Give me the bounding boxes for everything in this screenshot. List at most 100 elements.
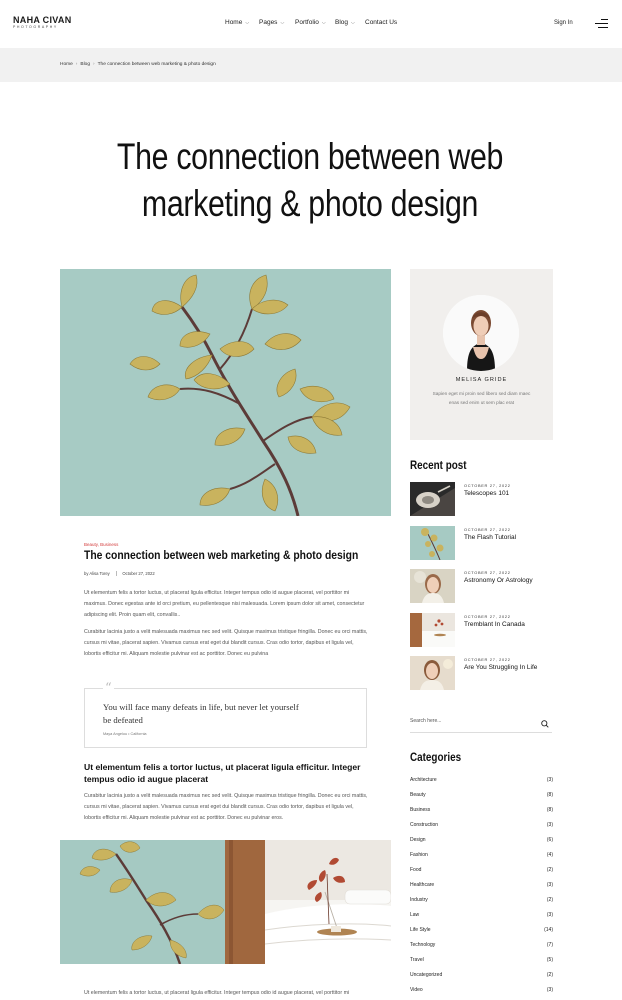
category-name[interactable]: Food <box>410 867 421 873</box>
breadcrumb-blog[interactable]: Blog <box>80 62 90 67</box>
category-item[interactable]: Fashion (4) <box>410 852 553 862</box>
category-name[interactable]: Life Style <box>410 927 431 933</box>
nav-item-portfolio[interactable]: Portfolio ⌵ <box>295 19 326 26</box>
page-title-line2: marketing & photo design <box>141 183 479 224</box>
category-item[interactable]: Construction (3) <box>410 822 553 832</box>
nav-label: Contact Us <box>365 19 398 26</box>
category-item[interactable]: Architecture (3) <box>410 777 553 787</box>
post-meta: by Alisa Torey October 27, 2022 <box>84 571 155 576</box>
nav-item-pages[interactable]: Pages ⌵ <box>259 19 284 26</box>
categories-heading: Categories <box>410 752 462 764</box>
nav-label: Home <box>225 19 243 26</box>
category-name[interactable]: Law <box>410 912 419 918</box>
category-item[interactable]: Law (3) <box>410 912 553 922</box>
recent-post-title[interactable]: Astronomy Or Astrology <box>464 577 533 584</box>
nav-item-blog[interactable]: Blog ⌵ <box>335 19 355 26</box>
category-item[interactable]: Video (3) <box>410 987 553 997</box>
chevron-down-icon: ⌵ <box>280 20 285 26</box>
author-widget: MELISA GRIDE Sapien eget mi proin sed li… <box>410 269 553 440</box>
category-item[interactable]: Beauty (8) <box>410 792 553 802</box>
recent-post-title[interactable]: The Flash Tutorial <box>464 534 516 541</box>
category-count: (3) <box>546 822 553 828</box>
category-name[interactable]: Beauty <box>410 792 426 798</box>
recent-post-title[interactable]: Are You Struggling In Life <box>464 664 537 671</box>
category-count: (8) <box>546 792 553 798</box>
recent-post-thumbnail[interactable] <box>410 613 455 647</box>
category-name[interactable]: Business <box>410 807 430 813</box>
blockquote: “ You will face many defeats in life, bu… <box>84 682 367 748</box>
category-name[interactable]: Industry <box>410 897 428 903</box>
hamburger-menu-icon[interactable] <box>595 19 608 29</box>
category-item[interactable]: Travel (5) <box>410 957 553 967</box>
breadcrumb-bar: Home › Blog › The connection between web mar… <box>0 48 622 82</box>
nav-label: Blog <box>335 19 349 26</box>
recent-post-thumbnail[interactable] <box>410 656 455 690</box>
category-count: (6) <box>546 837 553 843</box>
category-count: (4) <box>546 852 553 858</box>
category-item[interactable]: Healthcare (3) <box>410 882 553 892</box>
category-item[interactable]: Technology (7) <box>410 942 553 952</box>
author-bio: Sapien eget mi proin sed libero sed diam… <box>432 391 531 405</box>
post-date: October 27, 2022 <box>122 571 155 576</box>
category-count: (3) <box>546 882 553 888</box>
author-name: MELISA GRIDE <box>455 377 508 383</box>
gallery-image-bedroom <box>225 840 391 964</box>
category-name[interactable]: Video <box>410 987 423 993</box>
recent-post-item[interactable]: OCTOBER 27, 2022 Telescopes 101 <box>410 482 553 516</box>
recent-post-date: OCTOBER 27, 2022 <box>464 483 511 488</box>
recent-post-thumbnail[interactable] <box>410 482 455 516</box>
category-name[interactable]: Design <box>410 837 426 843</box>
category-count: (2) <box>546 897 553 903</box>
recent-post-item[interactable]: OCTOBER 27, 2022 Tremblant In Canada <box>410 613 553 647</box>
main-nav: Home ⌵ Pages ⌵ Portfolio ⌵ Blog ⌵ Contact Us <box>0 19 622 31</box>
nav-item-contact[interactable]: Contact Us <box>365 19 397 26</box>
recent-post-date: OCTOBER 27, 2022 <box>464 570 511 575</box>
quote-icon: “ <box>103 681 114 696</box>
category-name[interactable]: Architecture <box>410 777 437 783</box>
post-paragraph-3: Curabitur lacinia justo a velit malesuad… <box>84 793 368 821</box>
nav-item-home[interactable]: Home ⌵ <box>225 19 249 26</box>
recent-post-item[interactable]: OCTOBER 27, 2022 Astronomy Or Astrology <box>410 569 553 603</box>
category-name[interactable]: Fashion <box>410 852 428 858</box>
category-item[interactable]: Business (8) <box>410 807 553 817</box>
recent-post-title[interactable]: Telescopes 101 <box>464 490 509 497</box>
recent-post-title[interactable]: Tremblant In Canada <box>464 621 525 628</box>
gallery-image-ginkgo <box>60 840 225 964</box>
recent-post-thumbnail[interactable] <box>410 569 455 603</box>
category-name[interactable]: Travel <box>410 957 424 963</box>
breadcrumb-current: The connection between web marketing & p… <box>97 62 216 67</box>
signin-link[interactable]: Sign In <box>554 20 573 26</box>
search-icon[interactable] <box>540 716 550 728</box>
nav-label: Portfolio <box>295 19 319 26</box>
category-name[interactable]: Uncategorized <box>410 972 442 978</box>
category-count: (14) <box>544 927 553 933</box>
recent-post-item[interactable]: OCTOBER 27, 2022 Are You Struggling In L… <box>410 656 553 690</box>
category-count: (5) <box>546 957 553 963</box>
category-name[interactable]: Healthcare <box>410 882 434 888</box>
post-author[interactable]: by Alisa Torey <box>84 571 110 576</box>
post-categories[interactable]: Beauty, Business <box>84 542 118 547</box>
category-item[interactable]: Industry (2) <box>410 897 553 907</box>
recent-post-thumbnail[interactable] <box>410 526 455 560</box>
category-name[interactable]: Technology <box>410 942 435 948</box>
category-item[interactable]: Uncategorized (2) <box>410 972 553 982</box>
recent-post-date: OCTOBER 27, 2022 <box>464 527 511 532</box>
page-title-line1: The connection between web <box>116 136 504 177</box>
recent-posts-heading: Recent post <box>410 460 467 472</box>
category-count: (3) <box>546 987 553 993</box>
recent-post-item[interactable]: OCTOBER 27, 2022 The Flash Tutorial <box>410 526 553 560</box>
breadcrumb-home[interactable]: Home <box>60 62 73 67</box>
category-count: (8) <box>546 807 553 813</box>
search-input[interactable] <box>410 718 520 724</box>
site-header: NAHA CIVAN PHOTOGRAPHY Home ⌵ Pages ⌵ Port… <box>0 0 622 48</box>
nav-label: Pages <box>259 19 278 26</box>
category-item[interactable]: Life Style (14) <box>410 927 553 937</box>
chevron-down-icon: ⌵ <box>245 20 250 26</box>
chevron-down-icon: ⌵ <box>321 20 326 26</box>
page-title: The connection between web marketing & p… <box>105 133 515 227</box>
category-item[interactable]: Design (6) <box>410 837 553 847</box>
breadcrumb: Home › Blog › The connection between web mar… <box>60 62 216 67</box>
category-item[interactable]: Food (2) <box>410 867 553 877</box>
quote-text: You will face many defeats in life, but … <box>103 702 299 725</box>
category-name[interactable]: Construction <box>410 822 438 828</box>
